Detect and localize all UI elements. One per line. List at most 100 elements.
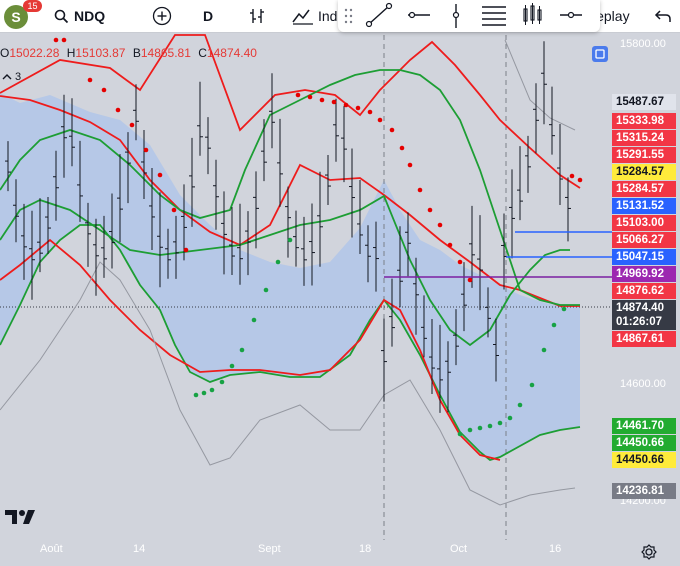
- avatar-letter: S: [11, 9, 21, 25]
- psar-dot: [183, 247, 189, 253]
- price-axis-label: 15066.27: [612, 232, 676, 248]
- compare-button[interactable]: [152, 0, 172, 32]
- psar-dot: [193, 392, 199, 398]
- channel-icon[interactable]: [482, 6, 506, 26]
- psar-dot: [319, 97, 325, 103]
- price-axis-label: 14969.92: [612, 266, 676, 282]
- psar-dot: [157, 172, 163, 178]
- price-axis-label: 14450.66: [612, 435, 676, 451]
- search-icon: [54, 9, 69, 23]
- add-icon: [152, 6, 172, 26]
- time-tick: 14: [133, 543, 146, 555]
- outer-upper-band: [504, 39, 576, 131]
- psar-dot: [101, 87, 107, 93]
- indicators-collapse-toggle[interactable]: 3: [2, 68, 32, 86]
- psar-dot: [229, 363, 235, 369]
- time-tick: Oct: [450, 543, 468, 555]
- price-axis-label: 15291.55: [612, 147, 676, 163]
- price-axis-label: 15333.98: [612, 113, 676, 129]
- price-axis-label: 14461.70: [612, 418, 676, 434]
- indicators-button[interactable]: Ind: [292, 0, 337, 32]
- symbol-label: NDQ: [74, 8, 106, 24]
- open-key: O: [0, 46, 10, 60]
- psar-dot: [367, 109, 373, 115]
- psar-dot: [129, 122, 135, 128]
- candles-icon[interactable]: [523, 3, 542, 25]
- psar-dot: [87, 77, 93, 83]
- psar-dot: [115, 107, 121, 113]
- psar-dot: [467, 277, 473, 283]
- h-line-icon[interactable]: [560, 11, 582, 19]
- time-tick: 16: [549, 543, 562, 555]
- psar-dot: [263, 287, 269, 293]
- settings-gear-icon[interactable]: [641, 544, 657, 560]
- psar-dot: [551, 322, 557, 328]
- tradingview-logo-icon[interactable]: [4, 508, 38, 526]
- psar-dot: [561, 306, 567, 312]
- price-axis-label: 14236.81: [612, 483, 676, 499]
- psar-dot: [307, 94, 313, 100]
- time-tick: 18: [359, 543, 372, 555]
- psar-dot: [239, 347, 245, 353]
- price-axis-label: 15047.15: [612, 249, 676, 265]
- price-axis-label: 15284.57: [612, 164, 676, 180]
- psar-dot: [477, 425, 483, 431]
- psar-dot: [577, 177, 583, 183]
- price-axis-label: 15487.67: [612, 94, 676, 110]
- price-axis-label: 01:26:07: [612, 314, 676, 330]
- price-axis-label: 14876.62: [612, 283, 676, 299]
- psar-dot: [541, 347, 547, 353]
- psar-dot: [61, 37, 67, 43]
- notification-badge: 15: [23, 0, 42, 12]
- chart-type-button[interactable]: [248, 0, 266, 32]
- horizontal-ray-icon[interactable]: [408, 11, 430, 19]
- psar-dot: [143, 147, 149, 153]
- close-key: C: [198, 46, 207, 60]
- psar-dot: [417, 187, 423, 193]
- price-axis-label: 14450.66: [612, 452, 676, 468]
- psar-dot: [287, 237, 293, 243]
- psar-dot: [343, 102, 349, 108]
- psar-dot: [427, 207, 433, 213]
- price-tick: 15800.00: [620, 38, 666, 50]
- psar-dot: [355, 105, 361, 111]
- psar-dot: [219, 379, 225, 385]
- interval-button[interactable]: D: [203, 0, 213, 32]
- vertical-line-icon[interactable]: [452, 4, 460, 28]
- psar-dot: [517, 402, 523, 408]
- close-value: 14874.40: [206, 46, 257, 60]
- psar-dot: [295, 92, 301, 98]
- psar-dot: [457, 431, 463, 437]
- price-axis-label: 15131.52: [612, 198, 676, 214]
- ohlc-legend: O15022.28 H15103.87 B14865.81 C14874.40: [0, 46, 257, 60]
- psar-dot: [437, 222, 443, 228]
- grid-dots-icon[interactable]: [344, 8, 353, 24]
- time-tick: Sept: [258, 543, 281, 555]
- price-axis-label: 15315.24: [612, 130, 676, 146]
- psar-dot: [251, 317, 257, 323]
- drawing-floating-toolbar: [338, 0, 600, 32]
- psar-dot: [399, 145, 405, 151]
- indicators-label: Ind: [318, 8, 338, 24]
- price-axis-label: 15284.57: [612, 181, 676, 197]
- low-value: 14865.81: [140, 46, 191, 60]
- psar-dot: [507, 415, 513, 421]
- trendline-icon[interactable]: [365, 2, 393, 28]
- price-axis-label: 14867.61: [612, 331, 676, 347]
- psar-dot: [457, 259, 463, 265]
- chart-canvas[interactable]: [0, 0, 680, 566]
- undo-icon: [654, 10, 671, 22]
- bars-icon: [250, 9, 264, 23]
- indicators-count: 3: [15, 71, 22, 83]
- psar-dot: [529, 382, 535, 388]
- psar-dot: [569, 173, 575, 179]
- psar-dot: [497, 420, 503, 426]
- layout-icon[interactable]: [590, 44, 610, 64]
- price-axis-label: 15103.00: [612, 215, 676, 231]
- undo-button[interactable]: [654, 0, 672, 32]
- open-value: 15022.28: [9, 46, 60, 60]
- high-value: 15103.87: [75, 46, 126, 60]
- symbol-search[interactable]: NDQ: [54, 0, 105, 32]
- psar-dot: [171, 207, 177, 213]
- psar-dot: [331, 99, 337, 105]
